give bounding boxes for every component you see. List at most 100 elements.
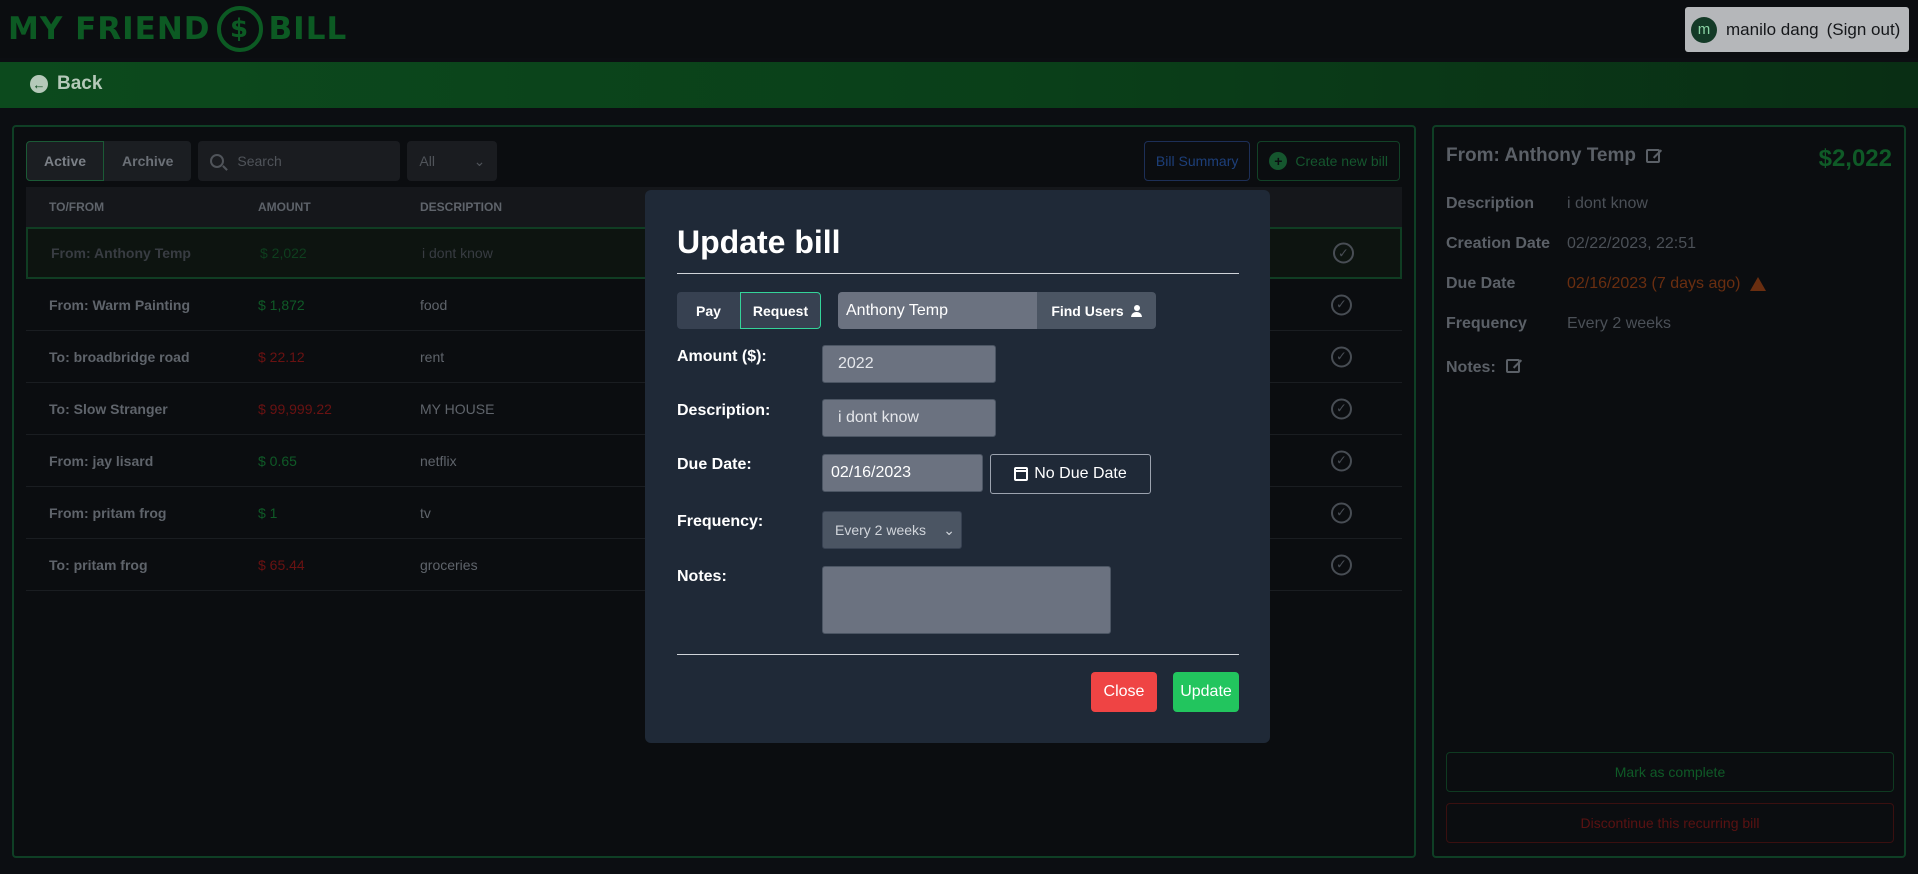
details-notes-label: Notes:: [1446, 359, 1496, 376]
row-amount: $ 2,022: [260, 245, 307, 261]
details-frequency-label: Frequency: [1446, 315, 1527, 332]
row-to-from: From: Anthony Temp: [51, 245, 191, 261]
row-to-from: To: pritam frog: [49, 556, 148, 573]
row-to-from: From: jay lisard: [49, 452, 154, 469]
create-bill-button[interactable]: + Create new bill: [1257, 141, 1400, 181]
notes-label: Notes:: [677, 568, 727, 585]
arrow-left-icon: ←: [30, 75, 48, 93]
pay-button[interactable]: Pay: [677, 292, 740, 329]
filter-value: All: [419, 153, 435, 169]
details-notes-row: Notes:: [1446, 359, 1520, 377]
details-due-value: 02/16/2023 (7 days ago): [1567, 275, 1741, 292]
frequency-label: Frequency:: [677, 513, 764, 530]
check-circle-icon[interactable]: ✓: [1331, 450, 1352, 471]
top-header: MY FRIEND $ BILL m manilo dang (Sign out…: [0, 0, 1918, 58]
bill-details-panel: From: Anthony Temp $2,022 Description i …: [1432, 125, 1906, 858]
status-tabs: Active Archive: [26, 141, 192, 181]
tab-active[interactable]: Active: [26, 141, 105, 181]
notes-textarea[interactable]: [822, 566, 1111, 634]
update-button[interactable]: Update: [1173, 672, 1239, 712]
find-users-label: Find Users: [1051, 302, 1124, 319]
logo-text-right: BILL: [268, 11, 348, 47]
back-bar: ← Back: [0, 62, 1918, 108]
back-button[interactable]: ← Back: [30, 73, 102, 95]
bill-summary-button[interactable]: Bill Summary: [1143, 141, 1251, 181]
dollar-coin-icon: $: [216, 6, 263, 52]
description-field[interactable]: i dont know: [822, 399, 996, 437]
check-circle-icon[interactable]: ✓: [1331, 502, 1352, 523]
row-amount: $ 0.65: [258, 452, 297, 469]
details-due-value-wrap: 02/16/2023 (7 days ago): [1567, 275, 1767, 293]
details-title-text: From: Anthony Temp: [1446, 145, 1636, 166]
logo-text-left: MY FRIEND: [8, 11, 211, 47]
details-description-row: Description i dont know: [1446, 195, 1648, 213]
back-label: Back: [57, 73, 103, 94]
sign-out-link[interactable]: (Sign out): [1827, 20, 1901, 40]
chevron-down-icon: ⌄: [943, 521, 955, 538]
mark-complete-button[interactable]: Mark as complete: [1446, 752, 1894, 792]
avatar: m: [1691, 16, 1717, 43]
close-button[interactable]: Close: [1091, 672, 1157, 712]
calendar-x-icon: [1014, 467, 1029, 481]
due-date-label: Due Date:: [677, 456, 752, 473]
details-description-value: i dont know: [1567, 195, 1648, 212]
column-header-to-from[interactable]: TO/FROM: [26, 200, 256, 214]
request-button[interactable]: Request: [740, 292, 821, 329]
amount-field[interactable]: 2022: [822, 345, 996, 383]
modal-divider-top: [677, 273, 1239, 274]
search-placeholder: Search: [237, 153, 282, 169]
search-icon: [210, 154, 225, 168]
update-bill-modal: Update bill Pay Request Anthony Temp Fin…: [645, 190, 1270, 743]
details-frequency-row: Frequency Every 2 weeks: [1446, 315, 1671, 333]
amount-label: Amount ($):: [677, 348, 767, 365]
plus-circle-icon: +: [1269, 152, 1288, 170]
user-field[interactable]: Anthony Temp: [838, 292, 1037, 329]
row-to-from: From: pritam frog: [49, 504, 167, 521]
find-users-button[interactable]: Find Users: [1037, 292, 1156, 329]
row-amount: $ 1: [258, 504, 278, 521]
bills-toolbar: Active Archive Search All ⌄: [26, 141, 498, 181]
details-frequency-value: Every 2 weeks: [1567, 315, 1672, 332]
app-logo[interactable]: MY FRIEND $ BILL: [8, 6, 347, 52]
filter-select[interactable]: All ⌄: [407, 141, 498, 181]
description-label: Description:: [677, 402, 771, 419]
row-to-from: From: Warm Painting: [49, 296, 191, 313]
discontinue-button[interactable]: Discontinue this recurring bill: [1446, 803, 1894, 843]
check-circle-icon[interactable]: ✓: [1333, 242, 1354, 264]
details-due-row: Due Date 02/16/2023 (7 days ago): [1446, 275, 1767, 293]
details-description-label: Description: [1446, 195, 1535, 212]
pay-request-toggle: Pay Request: [677, 292, 821, 329]
no-due-date-button[interactable]: No Due Date: [990, 454, 1151, 494]
tab-archive[interactable]: Archive: [104, 141, 192, 181]
row-to-from: To: broadbridge road: [49, 348, 190, 365]
row-to-from: To: Slow Stranger: [49, 400, 168, 417]
check-circle-icon[interactable]: ✓: [1331, 554, 1352, 575]
column-header-amount[interactable]: AMOUNT: [256, 200, 420, 214]
chevron-down-icon: ⌄: [473, 152, 486, 169]
details-amount: $2,022: [1818, 145, 1892, 172]
details-creation-label: Creation Date: [1446, 235, 1551, 252]
user-picker: Anthony Temp Find Users: [838, 292, 1156, 329]
check-circle-icon[interactable]: ✓: [1331, 398, 1352, 419]
check-circle-icon[interactable]: ✓: [1331, 294, 1352, 315]
details-due-label: Due Date: [1446, 275, 1516, 292]
frequency-value: Every 2 weeks: [835, 522, 927, 538]
user-icon: [1130, 304, 1142, 317]
user-menu[interactable]: m manilo dang (Sign out): [1685, 7, 1909, 52]
search-input[interactable]: Search: [198, 141, 401, 181]
edit-icon[interactable]: [1645, 149, 1660, 163]
user-name: manilo dang: [1726, 19, 1819, 39]
details-creation-row: Creation Date 02/22/2023, 22:51: [1446, 235, 1696, 253]
row-amount: $ 99,999.22: [258, 400, 332, 417]
frequency-select[interactable]: Every 2 weeks ⌄: [822, 511, 962, 549]
row-amount: $ 22.12: [258, 348, 305, 365]
bills-actions: Bill Summary + Create new bill: [1143, 141, 1400, 181]
modal-divider-bottom: [677, 654, 1239, 655]
edit-notes-icon[interactable]: [1505, 359, 1520, 373]
details-title: From: Anthony Temp: [1446, 145, 1660, 167]
row-amount: $ 1,872: [258, 296, 305, 313]
check-circle-icon[interactable]: ✓: [1331, 346, 1352, 367]
warning-icon: [1750, 277, 1767, 291]
due-date-field[interactable]: 02/16/2023: [822, 454, 983, 492]
no-due-date-label: No Due Date: [1034, 465, 1127, 482]
